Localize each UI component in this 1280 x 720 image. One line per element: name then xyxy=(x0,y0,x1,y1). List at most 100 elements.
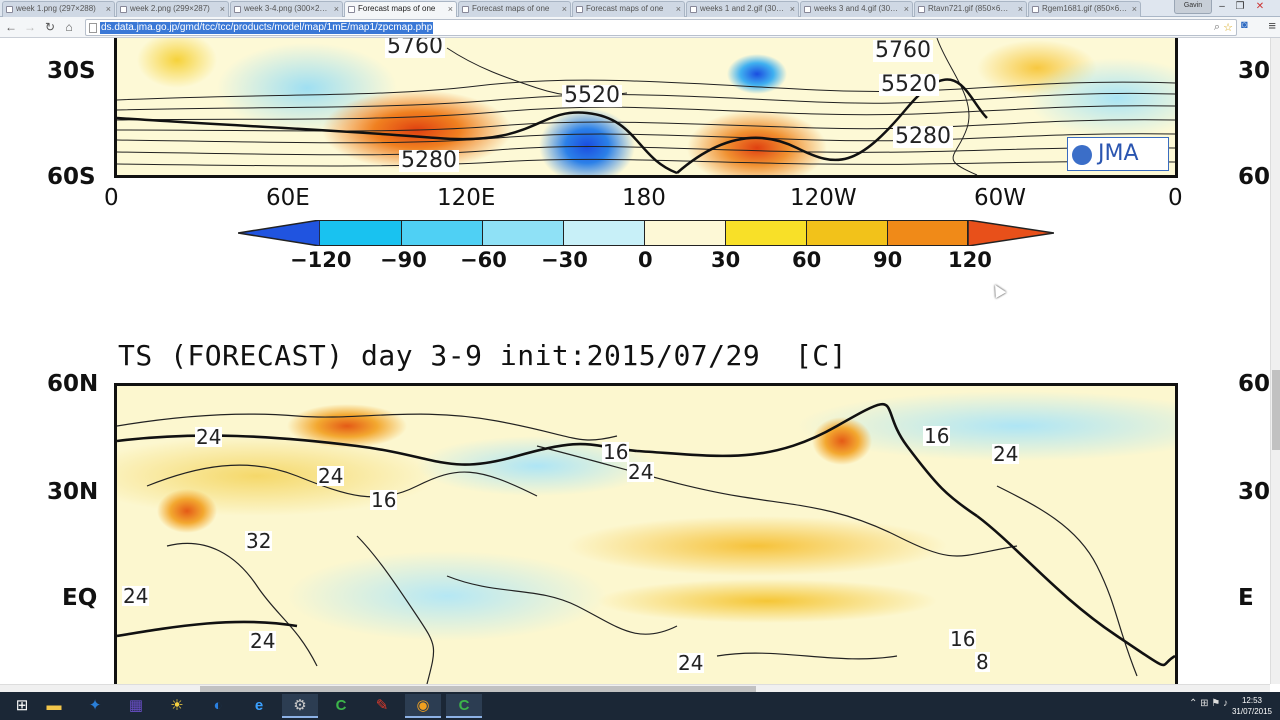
vertical-scrollbar[interactable] xyxy=(1270,38,1280,684)
colorbar-tick: 60 xyxy=(792,248,822,272)
contour-label: 24 xyxy=(317,464,345,488)
tab-close-icon[interactable]: × xyxy=(334,2,339,16)
lon-label-120e: 120E xyxy=(437,185,496,211)
file-explorer-icon[interactable]: ▬ xyxy=(36,694,72,718)
browser-toolbar: ← → ↻ ⌂ ds.data.jma.go.jp/gmd/tcc/tcc/pr… xyxy=(0,17,1280,38)
colorbar-segment xyxy=(726,220,807,246)
contour-label: 5280 xyxy=(399,148,459,173)
tab-close-icon[interactable]: × xyxy=(904,2,909,16)
system-tray-icons[interactable]: ⌃ ⊞ ⚑ ♪ xyxy=(1189,698,1228,709)
lat-label-30s: 30S xyxy=(47,58,96,84)
tab-rgem1681[interactable]: Rgem1681.gif (850×6… × xyxy=(1028,1,1141,17)
tab-week3-4[interactable]: week 3-4.png (300×2… × xyxy=(230,1,343,17)
green-c-app-2-icon[interactable]: C xyxy=(446,694,482,718)
edge-lat-label: E xyxy=(1238,585,1254,611)
green-c-app-icon[interactable]: C xyxy=(323,694,359,718)
tab-close-icon[interactable]: × xyxy=(562,2,567,16)
start-button[interactable]: ⊞ xyxy=(4,694,40,718)
tab-title: Forecast maps of one xyxy=(586,4,664,13)
lon-label-120w: 120W xyxy=(790,185,857,211)
tab-close-icon[interactable]: × xyxy=(106,2,111,16)
address-bar[interactable]: ds.data.jma.go.jp/gmd/tcc/tcc/products/m… xyxy=(85,19,1237,36)
tab-close-icon[interactable]: × xyxy=(676,2,681,16)
calculator-app-icon[interactable]: ▦ xyxy=(118,694,154,718)
jma-logo: JMA xyxy=(1067,137,1169,171)
clock-date: 31/07/2015 xyxy=(1231,707,1273,716)
contour-label: 24 xyxy=(677,651,705,675)
tab-close-icon[interactable]: × xyxy=(1132,2,1137,16)
gear-app-icon[interactable]: ⚙ xyxy=(282,694,318,718)
image-tab-icon xyxy=(1032,6,1039,13)
tab-title: Forecast maps of one xyxy=(472,4,550,13)
sun-app-icon[interactable]: ☀ xyxy=(159,694,195,718)
lon-label-60e: 60E xyxy=(266,185,310,211)
minimize-button[interactable]: – xyxy=(1214,0,1230,15)
contour-lines xyxy=(117,38,1175,175)
surface-temperature-map: 24 24 16 32 24 24 16 24 16 24 24 16 8 xyxy=(114,383,1178,684)
tab-title: weeks 1 and 2.gif (30… xyxy=(700,4,785,13)
page-viewport: 5760 5520 5280 5760 5520 5280 JMA 30S 60… xyxy=(0,38,1270,684)
image-tab-icon xyxy=(804,6,811,13)
horizontal-scrollbar[interactable] xyxy=(0,684,1270,692)
tab-close-icon[interactable]: × xyxy=(220,2,225,16)
windows-taskbar: ⊞ ▬ ✦ ▦ ☀ ◐ e ⚙ C ✎ ◉ C ⌃ ⊞ ⚑ ♪ 12:53 31… xyxy=(0,692,1280,720)
url-text-selected[interactable]: ds.data.jma.go.jp/gmd/tcc/tcc/products/m… xyxy=(100,22,434,34)
vertical-scroll-thumb[interactable] xyxy=(1272,370,1280,450)
chrome-icon[interactable]: ◉ xyxy=(405,694,441,718)
ts-forecast-title: TS (FORECAST) day 3-9 init:2015/07/29 [C… xyxy=(118,339,848,372)
colorbar-tick: 90 xyxy=(873,248,903,272)
paint-app-icon[interactable]: ✎ xyxy=(364,694,400,718)
tab-title: weeks 3 and 4.gif (30… xyxy=(814,4,899,13)
tab-week1[interactable]: week 1.png (297×288) × xyxy=(2,1,115,17)
contour-label: 5520 xyxy=(879,72,939,97)
tab-title: Forecast maps of one xyxy=(358,4,436,13)
tab-week2[interactable]: week 2.png (299×287) × xyxy=(116,1,229,17)
tab-forecast-maps-3[interactable]: Forecast maps of one × xyxy=(572,1,685,17)
restore-button[interactable]: ❐ xyxy=(1232,0,1248,15)
colorbar-tick: 0 xyxy=(638,248,653,272)
tab-weeks-3-4[interactable]: weeks 3 and 4.gif (30… × xyxy=(800,1,913,17)
globe-tab-icon xyxy=(576,6,583,13)
jma-emblem-icon xyxy=(1072,145,1092,165)
contour-label: 32 xyxy=(245,529,273,553)
tab-title: week 1.png (297×288) xyxy=(16,4,96,13)
close-window-button[interactable]: ✕ xyxy=(1252,0,1268,15)
swirl-app-icon[interactable]: ◐ xyxy=(200,694,236,718)
lat-label-30n: 30N xyxy=(47,479,99,505)
tab-close-icon[interactable]: × xyxy=(790,2,795,16)
blue-bird-app-icon[interactable]: ✦ xyxy=(77,694,113,718)
home-button[interactable]: ⌂ xyxy=(61,19,77,35)
colorbar-segment xyxy=(807,220,888,246)
tab-forecast-maps-active[interactable]: Forecast maps of one × xyxy=(344,1,457,17)
tab-title: Rgem1681.gif (850×6… xyxy=(1042,4,1128,13)
contour-label: 5280 xyxy=(893,124,953,149)
tab-weeks-1-2[interactable]: weeks 1 and 2.gif (30… × xyxy=(686,1,799,17)
contour-label: 5760 xyxy=(385,38,445,59)
extension-icon[interactable]: ◙ xyxy=(1241,19,1248,31)
tab-close-icon[interactable]: × xyxy=(448,2,453,16)
lat-label-eq: EQ xyxy=(62,585,98,611)
contour-label: 24 xyxy=(122,584,150,608)
image-tab-icon xyxy=(6,6,13,13)
contour-label: 24 xyxy=(249,629,277,653)
internet-explorer-icon[interactable]: e xyxy=(241,694,277,718)
forward-button[interactable]: → xyxy=(22,19,38,35)
reload-button[interactable]: ↻ xyxy=(42,19,58,35)
lat-label-60s: 60S xyxy=(47,164,96,190)
back-button[interactable]: ← xyxy=(3,19,19,35)
tab-rtavn721[interactable]: Rtavn721.gif (850×6… × xyxy=(914,1,1027,17)
clock-time: 12:53 xyxy=(1241,696,1263,705)
tab-title: Rtavn721.gif (850×6… xyxy=(928,4,1009,13)
image-tab-icon xyxy=(918,6,925,13)
edge-lat-label: 60 xyxy=(1238,371,1270,397)
taskbar-clock[interactable]: 12:53 31/07/2015 xyxy=(1230,695,1274,717)
bookmark-star-icon[interactable]: ☆ xyxy=(1223,21,1233,34)
tab-forecast-maps-2[interactable]: Forecast maps of one × xyxy=(458,1,571,17)
chrome-menu-icon[interactable]: ≡ xyxy=(1268,18,1276,33)
search-icon[interactable]: ⌕ xyxy=(1214,21,1220,34)
profile-button[interactable]: Gavin xyxy=(1174,0,1212,14)
lon-label-60w: 60W xyxy=(974,185,1027,211)
contour-label: 24 xyxy=(195,425,223,449)
colorbar-right-arrow xyxy=(968,220,1054,246)
tab-close-icon[interactable]: × xyxy=(1018,2,1023,16)
